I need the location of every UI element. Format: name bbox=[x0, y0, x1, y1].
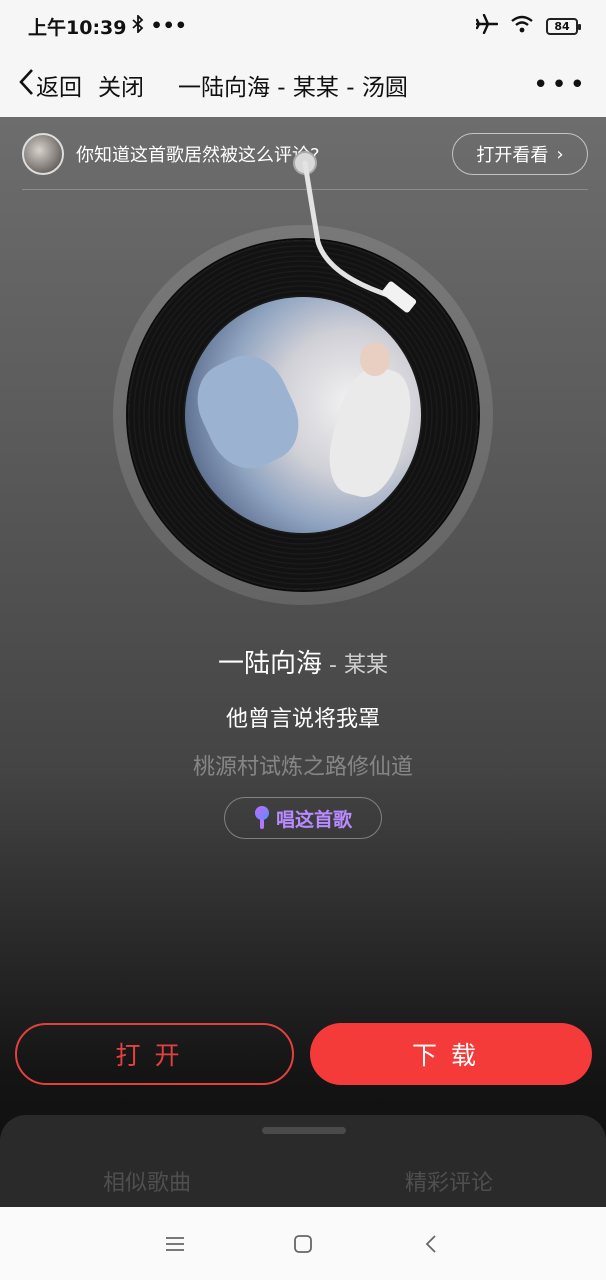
battery-icon: 84 bbox=[546, 17, 581, 35]
sheet-handle[interactable] bbox=[262, 1127, 346, 1134]
status-bar: 上午10:39 ••• 84 bbox=[0, 0, 606, 52]
close-button[interactable]: 关闭 bbox=[98, 68, 144, 102]
sing-song-label: 唱这首歌 bbox=[275, 808, 352, 831]
chevron-right-icon: › bbox=[556, 143, 564, 165]
vinyl-disc-halo bbox=[113, 225, 493, 605]
status-right: 84 bbox=[475, 13, 581, 39]
song-name: 一陆向海 bbox=[218, 649, 323, 679]
banner-text: 你知道这首歌居然被这么评论? bbox=[76, 145, 320, 166]
back-label: 返回 bbox=[36, 74, 82, 101]
download-button[interactable]: 下载 bbox=[310, 1023, 592, 1085]
sing-song-button[interactable]: 唱这首歌 bbox=[224, 797, 382, 839]
cover-face bbox=[360, 342, 390, 376]
song-separator: - bbox=[322, 653, 344, 678]
battery-level: 84 bbox=[554, 19, 570, 33]
bottom-sheet[interactable]: 相似歌曲 精彩评论 bbox=[0, 1115, 606, 1207]
cover-figure-right bbox=[319, 360, 421, 504]
status-dots: ••• bbox=[150, 15, 187, 37]
back-icon[interactable] bbox=[416, 1229, 446, 1259]
open-look-label: 打开看看 bbox=[476, 145, 549, 166]
more-icon[interactable]: ••• bbox=[533, 70, 588, 100]
home-icon[interactable] bbox=[288, 1229, 318, 1259]
player-area: 你知道这首歌居然被这么评论? 打开看看 › 一陆向海 - 某某 他曾言说将我罩 … bbox=[0, 117, 606, 1207]
lyric-current: 他曾言说将我罩 bbox=[225, 707, 380, 732]
song-title: 一陆向海 - 某某 bbox=[0, 643, 606, 680]
airplane-icon bbox=[475, 13, 499, 39]
status-left: 上午10:39 ••• bbox=[28, 13, 187, 40]
back-button[interactable]: 返回 bbox=[18, 68, 82, 102]
system-nav-bar bbox=[0, 1207, 606, 1280]
tab-comments[interactable]: 精彩评论 bbox=[405, 1165, 493, 1197]
comment-banner[interactable]: 你知道这首歌居然被这么评论? 打开看看 › bbox=[22, 129, 588, 179]
status-time: 上午10:39 bbox=[28, 16, 127, 39]
microphone-icon bbox=[254, 806, 270, 830]
wifi-icon bbox=[510, 14, 534, 39]
open-button[interactable]: 打开 bbox=[15, 1023, 294, 1085]
cover-figure-left bbox=[185, 343, 313, 481]
song-artist: 某某 bbox=[343, 653, 388, 678]
menu-icon[interactable] bbox=[160, 1229, 190, 1259]
album-cover bbox=[185, 297, 421, 533]
divider bbox=[22, 189, 588, 190]
avatar bbox=[22, 133, 64, 175]
chevron-left-icon bbox=[18, 68, 34, 102]
bluetooth-icon bbox=[132, 13, 144, 38]
open-look-button[interactable]: 打开看看 › bbox=[452, 133, 588, 175]
vinyl-disc[interactable] bbox=[128, 240, 478, 590]
page-title: 一陆向海 - 某某 - 汤圆 bbox=[178, 74, 408, 101]
nav-bar: 返回 关闭 一陆向海 - 某某 - 汤圆 ••• bbox=[0, 52, 606, 117]
tab-similar-songs[interactable]: 相似歌曲 bbox=[103, 1165, 191, 1197]
lyric-next: 桃源村试炼之路修仙道 bbox=[192, 755, 413, 780]
